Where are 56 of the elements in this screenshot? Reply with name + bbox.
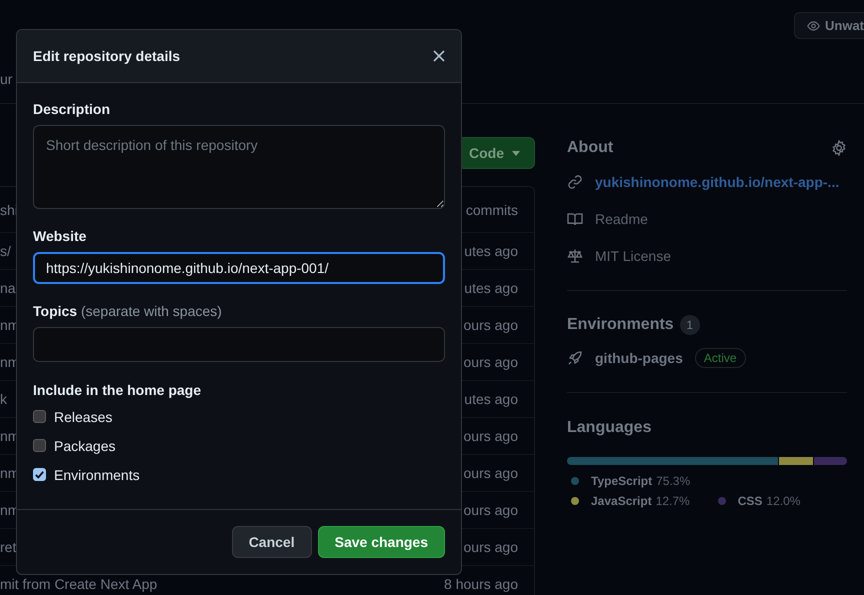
about-item[interactable]: MIT License — [595, 248, 671, 264]
commit-time: 8 hours ago — [444, 576, 518, 592]
commit-time: ours ago — [464, 539, 518, 555]
commit-time: ours ago — [464, 502, 518, 518]
language-percent: 12.7% — [656, 494, 690, 508]
open-book-icon — [567, 210, 583, 226]
dialog-title: Edit repository details — [33, 48, 180, 64]
rocket-icon — [567, 350, 583, 366]
website-field[interactable]: https://yukishinonome.github.io/next-app-001/ — [33, 252, 445, 284]
field-label: Website — [33, 228, 88, 244]
file-name[interactable]: s/ — [0, 243, 11, 259]
about-heading: About — [567, 139, 614, 157]
scale-icon — [567, 248, 583, 264]
environments-heading: Environments — [567, 316, 674, 334]
website-link[interactable]: yukishinonome.github.io/next-app-... — [595, 174, 840, 190]
checkbox[interactable] — [33, 439, 46, 452]
environment-name[interactable]: github-pages — [595, 350, 683, 366]
field-label: Topics (separate with spaces) — [33, 303, 223, 319]
language-name[interactable]: JavaScript — [591, 494, 652, 508]
language-percent: 12.0% — [766, 494, 800, 508]
unwatch-button[interactable]: Unwat — [794, 12, 864, 39]
commit-time: ours ago — [464, 428, 518, 444]
field-label: Description — [33, 101, 112, 117]
link-icon — [567, 174, 583, 190]
caret-icon — [512, 150, 520, 156]
count-badge: 1 — [680, 315, 700, 335]
checkbox-label: Packages — [54, 438, 116, 454]
checkbox-label: Releases — [54, 408, 112, 424]
commit-time: utes ago — [464, 391, 518, 407]
language-name[interactable]: TypeScript — [591, 474, 652, 488]
commit-time: ours ago — [464, 465, 518, 481]
checkbox[interactable] — [33, 468, 46, 481]
languages-heading: Languages — [567, 419, 652, 437]
commit-time: ours ago — [464, 317, 518, 333]
topics-field[interactable] — [33, 327, 445, 362]
save-button[interactable]: Save changes — [318, 526, 445, 558]
file-name[interactable]: na — [0, 280, 16, 296]
section-label: Include in the home page — [33, 382, 202, 398]
language-name[interactable]: CSS — [738, 494, 762, 508]
language-percent: 75.3% — [656, 474, 690, 488]
close-button[interactable] — [433, 50, 445, 62]
file-name[interactable]: ret — [0, 539, 16, 555]
file-name[interactable]: k — [0, 391, 7, 407]
close-icon — [433, 50, 445, 62]
commits-link[interactable]: commits — [466, 202, 518, 218]
settings-icon — [831, 140, 847, 156]
checkbox[interactable] — [33, 410, 46, 423]
status-badge: Active — [694, 348, 746, 368]
description-field[interactable]: Short description of this repository — [33, 125, 445, 209]
commit-time: utes ago — [464, 280, 518, 296]
about-item[interactable]: Readme — [595, 210, 648, 226]
commit-time: ours ago — [464, 354, 518, 370]
commit-time: utes ago — [464, 243, 518, 259]
cancel-button[interactable]: Cancel — [232, 526, 312, 558]
checkbox-label: Environments — [54, 466, 140, 482]
file-name[interactable]: mit from Create Next App — [0, 576, 158, 592]
